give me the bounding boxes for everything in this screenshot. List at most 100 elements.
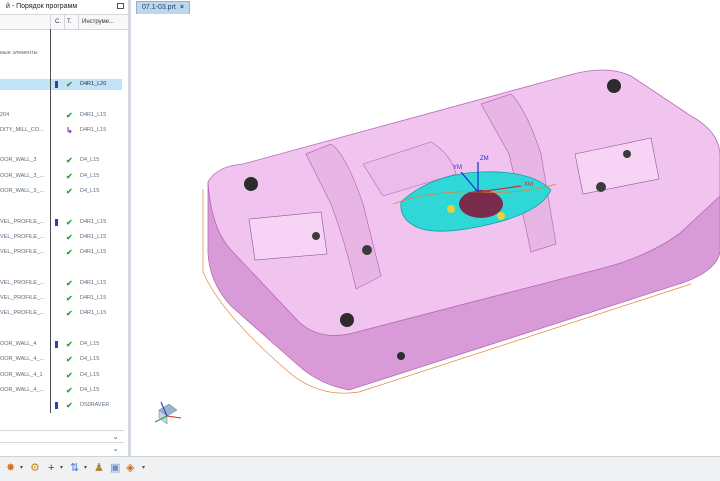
regenerate-icon: ↳ [66,125,73,135]
operation-row[interactable]: 204 ✔ D4R1_L15 [0,110,122,121]
operation-row[interactable] [0,201,122,212]
column-header-t[interactable]: Т. [67,15,72,29]
tool-name: D4R1_L15 [80,233,107,240]
document-tab-bar: 07.1-03.prt × [131,0,720,15]
chevron-down-icon[interactable]: ⌄ [112,431,119,442]
add-icon[interactable]: + [48,461,54,475]
operation-row[interactable]: DITY_MILL_CO... ↳ D4R1_L15 [0,125,122,136]
details-panel-toggle[interactable]: ⌄ [0,430,124,442]
maximize-icon[interactable] [117,3,124,9]
operation-row[interactable]: ✔ DS0RAVER [0,400,122,411]
operation-row[interactable] [0,324,122,335]
navigator-column-header: С. Т. Инструме... [0,15,128,30]
checkmark-icon: ✔ [66,187,73,196]
operation-row[interactable]: VEL_PROFILE_... ✔ D4R1_L15 [0,308,122,319]
mounting-hole [607,79,621,93]
operation-row[interactable]: OOR_WALL_3 ✔ D4_L15 [0,155,122,166]
tool-name: D4R1_L15 [80,126,107,133]
operation-row[interactable]: VEL_PROFILE_... ✔ D4R1_L15 [0,293,122,304]
column-header-tool[interactable]: Инструме... [82,15,114,29]
mounting-hole [340,313,354,327]
checkmark-icon: ✔ [66,278,73,288]
checkmark-icon: ✔ [66,110,73,120]
operation-row[interactable] [0,33,122,44]
tab-part-file[interactable]: 07.1-03.prt × [136,1,190,14]
person-icon[interactable]: ♟ [94,461,104,475]
checkmark-icon: ✔ [66,401,73,411]
chevron-down-icon[interactable]: ▾ [84,461,87,475]
tool-name: D4R1_L15 [80,310,107,317]
tool-name: D4_L15 [80,172,100,179]
operation-row[interactable]: VEL_PROFILE_... ✔ D4R1_L15 [0,247,122,258]
checkmark-icon: ✔ [66,340,73,349]
operation-row[interactable]: OOR_WALL_3_... ✔ D4_L15 [0,171,122,182]
operation-name: 204 [0,111,10,118]
checkmark-icon: ✔ [66,217,73,227]
operation-list: мые элементы ✔ D4R1_L20 204 ✔ D4R1_L15 DITY_MI… [0,29,128,413]
operation-row[interactable]: VEL_PROFILE_... ✔ D4R1_L15 [0,232,122,243]
bottom-toolbar: ✸ ▾ ⚙ + ▾ ⇅ ▾ ♟ ▣ ◈ ▾ [0,456,720,481]
path-flag-icon [55,80,58,88]
operation-row[interactable]: мые элементы [0,48,122,59]
operation-row[interactable]: ✔ D4R1_L20 [0,78,122,90]
operation-row[interactable] [0,94,122,105]
cube-icon[interactable]: ◈ [126,461,134,475]
tool-name: D4R1_L15 [80,279,107,286]
operation-row[interactable]: OOR_WALL_4_1 ✔ D4_L15 [0,370,122,381]
checkmark-icon: ✔ [66,370,73,380]
tool-name: D4_L15 [80,356,100,363]
chevron-down-icon[interactable]: ▾ [60,461,63,475]
tool-name: D4_L15 [80,188,100,194]
operation-row[interactable] [0,263,122,274]
close-icon[interactable]: × [180,4,184,11]
operation-row[interactable] [0,64,122,75]
operation-row[interactable]: OOR_WALL_4_... ✔ D4_L15 [0,385,122,396]
checkmark-icon: ✔ [66,171,73,181]
tool-name: D4R1_L15 [80,111,107,118]
ym-label: YM [453,165,462,171]
operation-name: DITY_MILL_CO... [0,126,44,133]
operation-name: OOR_WALL_3_... [0,172,45,179]
tool-name: D4_L15 [80,371,100,378]
tab-label: 07.1-03.prt [142,4,176,11]
checkmark-icon: ✔ [66,79,73,89]
bolt-hole [596,182,606,192]
box-icon[interactable]: ▣ [110,461,120,475]
tree-guide-line [50,29,51,413]
operation-row[interactable]: OOR_WALL_3_... ✔ D4_L15 [0,186,122,197]
checkmark-icon: ✔ [66,385,73,395]
graphics-viewport[interactable]: ZM YM XM [131,14,720,456]
tool-path-icon[interactable]: ⇅ [70,461,79,475]
checkmark-icon: ✔ [66,309,73,319]
operation-name: OOR_WALL_4_... [0,356,45,363]
column-header-c[interactable]: С. [55,15,61,29]
operation-row[interactable]: VEL_PROFILE_... ✔ D4R1_L15 [0,217,122,228]
view-triad-icon[interactable] [154,401,182,425]
dependencies-panel-toggle[interactable]: ⌄ [0,442,124,454]
operation-name: VEL_PROFILE_... [0,295,45,302]
operation-row[interactable]: VEL_PROFILE_... ✔ D4R1_L15 [0,278,122,289]
operation-name: VEL_PROFILE_... [0,310,45,317]
operation-name: VEL_PROFILE_... [0,233,45,240]
feature-icon[interactable]: ✸ [6,461,15,475]
operation-row[interactable] [0,140,122,151]
chevron-down-icon[interactable]: ▾ [142,461,145,475]
tool-name: D4_L15 [80,341,100,347]
chevron-down-icon[interactable]: ▾ [20,461,23,475]
operation-name: VEL_PROFILE_... [0,279,45,286]
path-flag-icon [55,341,58,348]
operation-row[interactable]: OOR_WALL_4 ✔ D4_L15 [0,339,122,350]
checkmark-icon: ✔ [66,294,73,304]
chevron-down-icon[interactable]: ⌄ [112,443,119,454]
connect-icon[interactable]: ⚙ [30,461,40,475]
column-divider [50,15,51,29]
operation-name: OOR_WALL_3_... [0,188,45,194]
checkmark-icon: ✔ [66,232,73,242]
checkmark-icon: ✔ [66,248,73,258]
cavity-core [459,190,503,218]
operation-row[interactable]: OOR_WALL_4_... ✔ D4_L15 [0,354,122,365]
operation-name: мые элементы [0,50,38,57]
tool-marker [497,212,505,220]
column-divider [64,15,65,29]
tool-name: D4R1_L15 [80,295,107,302]
